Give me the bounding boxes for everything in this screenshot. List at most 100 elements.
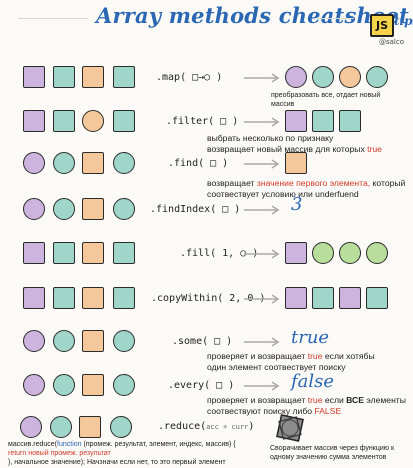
input-teal-circle [113,198,135,220]
input-purple-square [23,242,45,264]
input-teal-square [113,287,135,309]
input-purple-circle [23,152,45,174]
input-teal-circle [53,152,75,174]
output-green-circle [339,242,361,264]
every-desc-suffix: элементы [364,395,406,405]
reduce-code-return: return новый промеж. результат [8,450,111,457]
badge-handle: @salco [379,38,405,46]
output-green-circle [312,242,334,264]
find-desc-highlight: значение первого элемента, [256,178,371,188]
input-purple-square [23,66,45,88]
row-every: .every( □ ) false проверяет и возвращает… [19,371,413,418]
reduce-method-name: .reduce( [158,421,207,432]
reduce-code-prefix: массив.reduce( [8,441,58,448]
input-purple-circle [23,198,45,220]
reduce-code-function: function [57,441,82,448]
method-some-label: .some( □ ) [172,336,233,347]
output-teal-square [339,110,361,132]
input-purple-square [23,110,45,132]
row-find: .find( □ ) возвращает значение первого э… [19,150,411,199]
filter-description-line1: выбрать несколько по признаку [207,133,334,143]
output-purple-square [285,287,307,309]
some-description: проверяет и возвращает true если хотябы … [207,351,413,373]
output-teal-square [312,287,334,309]
every-result: false [291,371,335,392]
reduce-method-close: ) [248,421,255,432]
some-desc-suffix: если хотябы [322,351,375,361]
input-purple-circle [23,374,45,396]
reduce-desc-suffix: сумма элементов [327,454,387,461]
input-teal-circle [110,416,132,438]
arrow-icon [244,381,280,391]
input-teal-square [53,287,75,309]
output-teal-square [366,287,388,309]
input-teal-circle [53,330,75,352]
method-map-label: .map( □→○ ) [156,72,223,83]
method-find-label: .find( □ ) [168,158,229,169]
row-filter: .filter( □ ) выбрать несколько по призна… [19,108,411,156]
arrow-icon [244,337,280,347]
input-purple-circle [20,416,42,438]
input-purple-square [23,287,45,309]
every-desc-true: true [307,395,323,405]
some-desc-true: true [307,351,323,361]
input-purple-circle [23,330,45,352]
arrow-icon [244,249,280,259]
output-orange-circle [339,66,361,88]
method-reduce-label: .reduce(acc + curr) [158,421,254,432]
map-description: преобразовать все, отдает новый массив [271,92,381,108]
row-fill: .fill( 1, ○ ) [19,240,411,270]
reduce-desc-highlight: одному значению [270,454,328,461]
output-teal-square [312,110,334,132]
input-teal-square [53,242,75,264]
reduce-code-line1: массив.reduce(function (промеж. результа… [8,440,273,449]
output-teal-circle [366,66,388,88]
arrow-icon [244,117,280,127]
row-copywithin: .copyWithin( 2, 0 ) [19,285,411,315]
reduce-desc-prefix: Сворачивает массив через функцию к [270,445,395,452]
arrow-icon [244,73,280,83]
reduce-code-line3-rest: Начзначи если нет, то это первый элемент [85,459,226,466]
arrow-icon [244,159,280,169]
input-orange-square [82,374,104,396]
page-title: Array methods cheatsheet [96,3,409,28]
input-teal-circle [113,152,135,174]
output-teal-circle [312,66,334,88]
output-purple-square [285,110,307,132]
input-teal-circle [113,330,135,352]
some-desc-prefix: проверяет и возвращает [207,351,308,361]
method-filter-label: .filter( □ ) [166,116,239,127]
input-orange-square [82,287,104,309]
input-orange-square [82,66,104,88]
row-reduce: .reduce(acc + curr) массив.reduce(functi… [8,414,413,468]
reduce-method-args: acc + curr [206,423,249,431]
badge-tips-text: tips [394,14,413,28]
input-teal-circle [53,198,75,220]
js-logo: JS [370,14,394,37]
reduce-result-scribble-icon [276,414,304,442]
every-desc-bold: ВСЕ [346,395,364,405]
input-orange-square [82,152,104,174]
input-teal-square [113,242,135,264]
reduce-description: Сворачивает массив через функцию к одном… [270,444,412,462]
input-teal-square [113,110,135,132]
output-orange-square [285,152,307,174]
reduce-code: массив.reduce(function (промеж. результа… [8,440,273,467]
row-findindex: .findIndex( □ ) 3 [19,194,411,226]
title-divider-right [318,18,354,19]
method-findindex-label: .findIndex( □ ) [150,204,241,215]
input-orange-circle [82,110,104,132]
input-teal-square [53,110,75,132]
input-teal-circle [50,416,72,438]
every-desc-line1: проверяет и возвращает true если ВСЕ эле… [207,395,413,406]
every-desc-prefix: проверяет и возвращает [207,395,308,405]
arrow-icon [244,205,280,215]
input-orange-square [82,242,104,264]
output-purple-circle [285,66,307,88]
find-desc-prefix: возвращает [207,178,257,188]
output-purple-square [285,242,307,264]
some-desc-line1: проверяет и возвращает true если хотябы [207,351,413,362]
input-teal-square [53,66,75,88]
every-desc-mid: если [322,395,347,405]
reduce-code-line3: }, начальное значение); Начзначи если не… [8,458,273,467]
